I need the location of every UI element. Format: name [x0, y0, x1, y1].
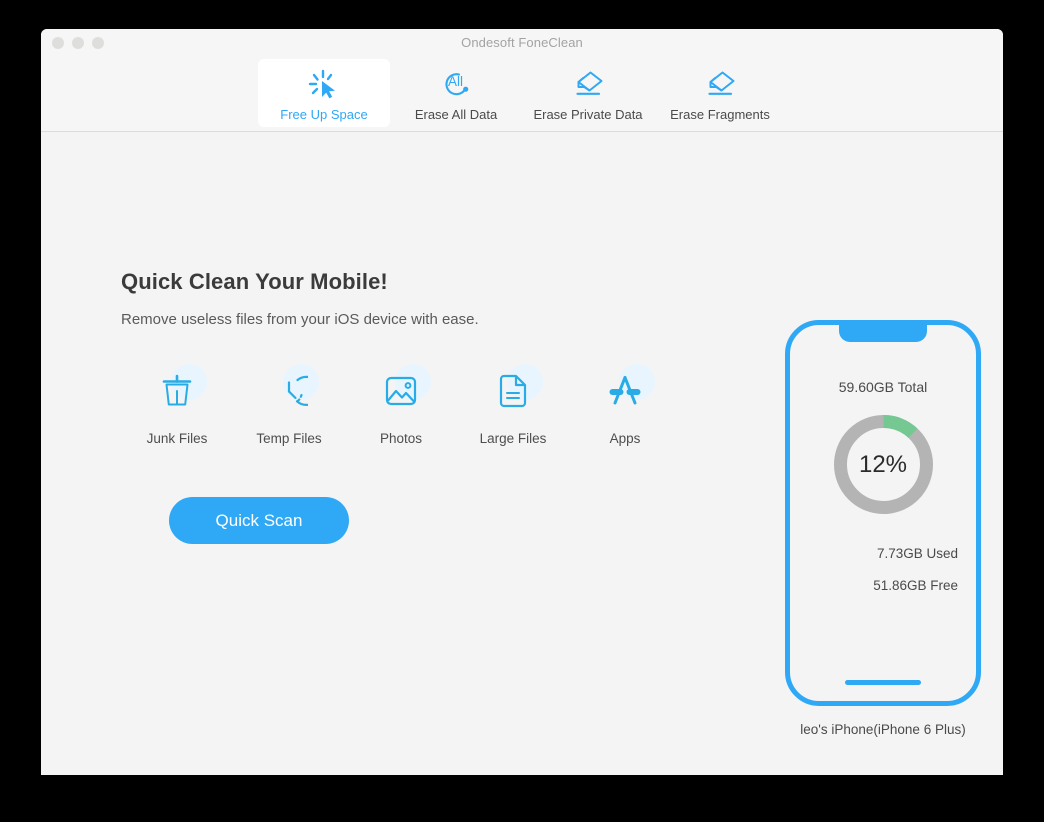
- storage-free-label: 51.86GB Free: [873, 578, 958, 593]
- trash-icon: [160, 372, 194, 415]
- storage-donut-chart: 12%: [831, 412, 936, 517]
- clock-icon: [270, 372, 322, 415]
- tab-erase-all-data[interactable]: All Erase All Data: [390, 59, 522, 127]
- tab-label: Free Up Space: [280, 107, 368, 122]
- feature-large-files[interactable]: Large Files: [457, 364, 569, 446]
- toolbar: Free Up Space All Erase All Data Erase P…: [41, 56, 1003, 132]
- photo-icon: [383, 373, 419, 414]
- feature-icon-wrap: [485, 364, 543, 418]
- tab-erase-fragments[interactable]: Erase Fragments: [654, 59, 786, 127]
- tab-label: Erase All Data: [414, 107, 498, 122]
- phone-home-indicator: [845, 680, 921, 685]
- feature-icon-wrap: [261, 364, 322, 418]
- app-window: Ondesoft FoneClean Free Up Space All Era…: [41, 29, 1003, 775]
- feature-label: Apps: [609, 431, 641, 446]
- tab-label: Erase Fragments: [670, 107, 770, 122]
- window-title: Ondesoft FoneClean: [461, 35, 583, 50]
- storage-used-label: 7.73GB Used: [876, 546, 958, 561]
- feature-label: Large Files: [479, 431, 547, 446]
- zoom-button[interactable]: [92, 36, 104, 49]
- storage-percent-label: 12%: [858, 450, 908, 478]
- app-store-icon: [606, 373, 644, 414]
- feature-apps[interactable]: Apps: [569, 364, 681, 446]
- feature-label: Photos: [379, 431, 423, 446]
- page-title: Quick Clean Your Mobile!: [121, 269, 388, 294]
- tab-erase-private-data[interactable]: Erase Private Data: [522, 59, 654, 127]
- left-panel: Quick Clean Your Mobile! Remove useless …: [121, 269, 721, 544]
- tab-label: Erase Private Data: [533, 107, 643, 122]
- document-icon: [497, 372, 529, 415]
- feature-icon-wrap: [149, 364, 207, 418]
- eraser-icon: [702, 67, 738, 101]
- storage-total-label: 59.60GB Total: [838, 379, 928, 395]
- feature-row: Junk Files Temp Files Photos Large Files…: [121, 364, 721, 446]
- window-titlebar: Ondesoft FoneClean: [41, 29, 1003, 56]
- svg-text:All: All: [448, 74, 463, 89]
- device-name-label: leo's iPhone(iPhone 6 Plus): [800, 722, 966, 737]
- phone-notch: [839, 325, 927, 342]
- traffic-light-group: [52, 36, 104, 49]
- tab-free-up-space[interactable]: Free Up Space: [258, 59, 390, 127]
- erase-all-icon: All: [439, 67, 473, 101]
- feature-temp-files[interactable]: Temp Files: [233, 364, 345, 446]
- page-subtitle: Remove useless files from your iOS devic…: [121, 311, 479, 328]
- feature-icon-wrap: [373, 364, 431, 418]
- minimize-button[interactable]: [72, 36, 84, 49]
- quick-scan-button[interactable]: Quick Scan: [169, 497, 349, 544]
- phone-mockup: 59.60GB Total 12% 7.73GB Used 51.86GB Fr…: [785, 320, 981, 706]
- feature-label: Junk Files: [146, 431, 208, 446]
- close-button[interactable]: [52, 36, 64, 49]
- device-storage-panel: 59.60GB Total 12% 7.73GB Used 51.86GB Fr…: [785, 320, 981, 737]
- feature-label: Temp Files: [256, 431, 322, 446]
- feature-junk-files[interactable]: Junk Files: [121, 364, 233, 446]
- cursor-click-icon: [307, 67, 341, 101]
- eraser-icon: [570, 67, 606, 101]
- feature-photos[interactable]: Photos: [345, 364, 457, 446]
- main-content: Quick Clean Your Mobile! Remove useless …: [41, 132, 1003, 775]
- feature-icon-wrap: [597, 364, 655, 418]
